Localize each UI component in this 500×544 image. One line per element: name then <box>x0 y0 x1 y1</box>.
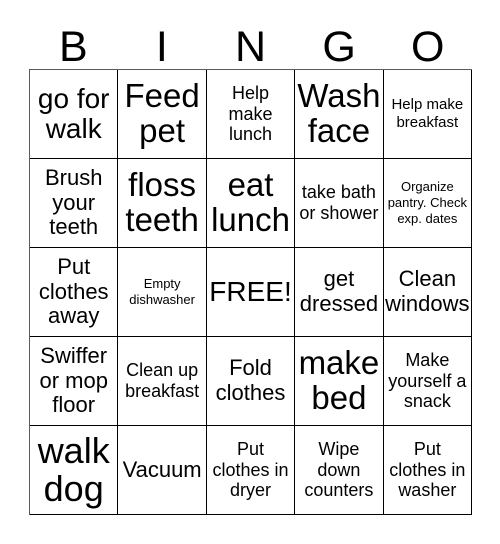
bingo-cell[interactable]: Swiffer or mop floor <box>30 337 119 426</box>
bingo-header-letter-g: G <box>322 23 356 71</box>
bingo-cell[interactable]: Clean windows <box>383 248 473 337</box>
bingo-row: walk dog Vacuum Put clothes in dryer Wip… <box>30 426 473 515</box>
bingo-cell-label: Vacuum <box>122 456 202 482</box>
bingo-cell-label: Feed pet <box>124 77 200 149</box>
bingo-cell-label: Make yourself a snack <box>388 349 467 412</box>
bingo-cell-label: Swiffer or mop floor <box>39 343 108 418</box>
bingo-cell-label: Help make breakfast <box>391 96 464 131</box>
bingo-cell-label: take bath or shower <box>299 182 379 223</box>
bingo-header-letter-i: I <box>155 23 168 71</box>
bingo-cell-label: eat lunch <box>211 166 290 238</box>
bingo-cell[interactable]: Clean up breakfast <box>118 337 207 426</box>
bingo-cell[interactable]: Wash face <box>295 70 384 159</box>
bingo-cell[interactable]: Put clothes in washer <box>383 426 473 515</box>
bingo-row: go for walk Feed pet Help make lunch Was… <box>30 70 473 159</box>
bingo-cell-label: Wash face <box>297 77 381 149</box>
bingo-cell[interactable]: take bath or shower <box>295 159 384 248</box>
bingo-cell-label: Put clothes in washer <box>389 438 466 501</box>
bingo-cell[interactable]: Organize pantry. Check exp. dates <box>383 159 473 248</box>
bingo-cell[interactable]: Brush your teeth <box>30 159 119 248</box>
bingo-row: Put clothes away Empty dishwasher FREE! … <box>30 248 473 337</box>
bingo-card: B I N G O go for walk Feed pet Help make… <box>29 14 473 515</box>
bingo-cell-label: Put clothes away <box>38 254 109 329</box>
bingo-cell[interactable]: Make yourself a snack <box>383 337 473 426</box>
bingo-cell-label: get dressed <box>299 266 379 316</box>
bingo-cell[interactable]: eat lunch <box>206 159 296 248</box>
bingo-cell[interactable]: go for walk <box>30 70 119 159</box>
bingo-cell-label: make bed <box>298 344 380 416</box>
bingo-cell-label: Help make lunch <box>228 82 273 145</box>
bingo-header-letter-b: B <box>58 23 88 71</box>
bingo-cell[interactable]: Help make breakfast <box>383 70 473 159</box>
bingo-cell[interactable]: Vacuum <box>118 426 207 515</box>
bingo-header-letter-o: O <box>410 23 445 71</box>
bingo-row: Brush your teeth floss teeth eat lunch t… <box>30 159 473 248</box>
bingo-cell[interactable]: Feed pet <box>118 70 207 159</box>
bingo-cell-label: Fold clothes <box>215 355 286 405</box>
bingo-cell-free[interactable]: FREE! <box>206 248 296 337</box>
bingo-grid: go for walk Feed pet Help make lunch Was… <box>29 69 473 515</box>
bingo-row: Swiffer or mop floor Clean up breakfast … <box>30 337 473 426</box>
bingo-cell[interactable]: Empty dishwasher <box>118 248 207 337</box>
bingo-cell-label: Clean up breakfast <box>125 360 200 401</box>
bingo-cell-label: go for walk <box>37 82 110 144</box>
bingo-cell-label: Organize pantry. Check exp. dates <box>387 178 467 227</box>
bingo-cell[interactable]: Fold clothes <box>206 337 296 426</box>
bingo-header-letter-n: N <box>234 23 267 71</box>
bingo-cell[interactable]: make bed <box>295 337 384 426</box>
bingo-header-row: B I N G O <box>29 14 472 69</box>
bingo-cell[interactable]: floss teeth <box>118 159 207 248</box>
bingo-cell-label: FREE! <box>209 275 292 307</box>
bingo-cell-label: floss teeth <box>125 166 199 238</box>
bingo-cell-label: Put clothes in dryer <box>212 438 289 501</box>
bingo-cell-label: Empty dishwasher <box>129 275 195 307</box>
bingo-cell-label: Wipe down counters <box>304 438 374 501</box>
bingo-cell[interactable]: Put clothes away <box>30 248 119 337</box>
bingo-cell-label: Brush your teeth <box>44 165 103 240</box>
bingo-cell[interactable]: Put clothes in dryer <box>206 426 296 515</box>
bingo-cell-label: Clean windows <box>385 266 470 316</box>
bingo-cell[interactable]: walk dog <box>30 426 119 515</box>
bingo-cell[interactable]: Wipe down counters <box>295 426 384 515</box>
bingo-cell[interactable]: get dressed <box>295 248 384 337</box>
bingo-cell[interactable]: Help make lunch <box>206 70 296 159</box>
bingo-cell-label: walk dog <box>37 429 110 509</box>
